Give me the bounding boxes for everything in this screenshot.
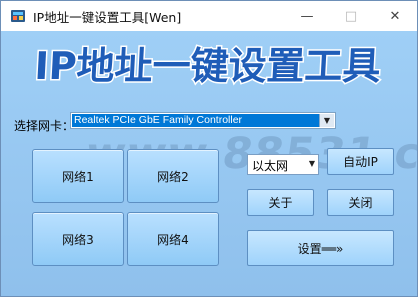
main-panel: IP地址一键设置工具 www.88531.cn 选择网卡： Realtek PC…	[1, 31, 417, 296]
connection-type-value[interactable]: 以太网	[252, 157, 288, 174]
network-card-icon	[11, 10, 25, 22]
network-2-button[interactable]: 网络2	[127, 149, 219, 203]
close-button[interactable]: 关闭	[327, 189, 394, 216]
adapter-label: 选择网卡：	[14, 119, 75, 133]
chevron-down-icon[interactable]: ▼	[309, 159, 315, 168]
settings-button[interactable]: 设置══»	[247, 230, 394, 266]
about-button[interactable]: 关于	[247, 189, 314, 216]
banner-title-text: IP地址一键设置工具	[33, 44, 381, 88]
minimize-button[interactable]: —	[285, 1, 329, 31]
banner-title: IP地址一键设置工具	[32, 43, 383, 90]
close-window-button[interactable]: ✕	[373, 1, 417, 31]
network-3-button[interactable]: 网络3	[32, 212, 124, 266]
network-4-button[interactable]: 网络4	[127, 212, 219, 266]
app-window: IP地址一键设置工具[Wen] — □ ✕ IP地址一键设置工具 www.885…	[0, 0, 418, 297]
network-1-button[interactable]: 网络1	[32, 149, 124, 203]
adapter-selected-value[interactable]: Realtek PCIe GbE Family Controller	[72, 114, 321, 127]
maximize-button[interactable]: □	[329, 1, 373, 31]
connection-type-select[interactable]: 以太网 ▼	[247, 154, 319, 175]
title-bar[interactable]: IP地址一键设置工具[Wen] — □ ✕	[1, 1, 417, 31]
chevron-down-icon[interactable]: ▼	[319, 114, 334, 127]
adapter-select[interactable]: Realtek PCIe GbE Family Controller ▼	[70, 112, 336, 129]
window-title: IP地址一键设置工具[Wen]	[33, 10, 182, 25]
auto-ip-button[interactable]: 自动IP	[327, 148, 394, 175]
